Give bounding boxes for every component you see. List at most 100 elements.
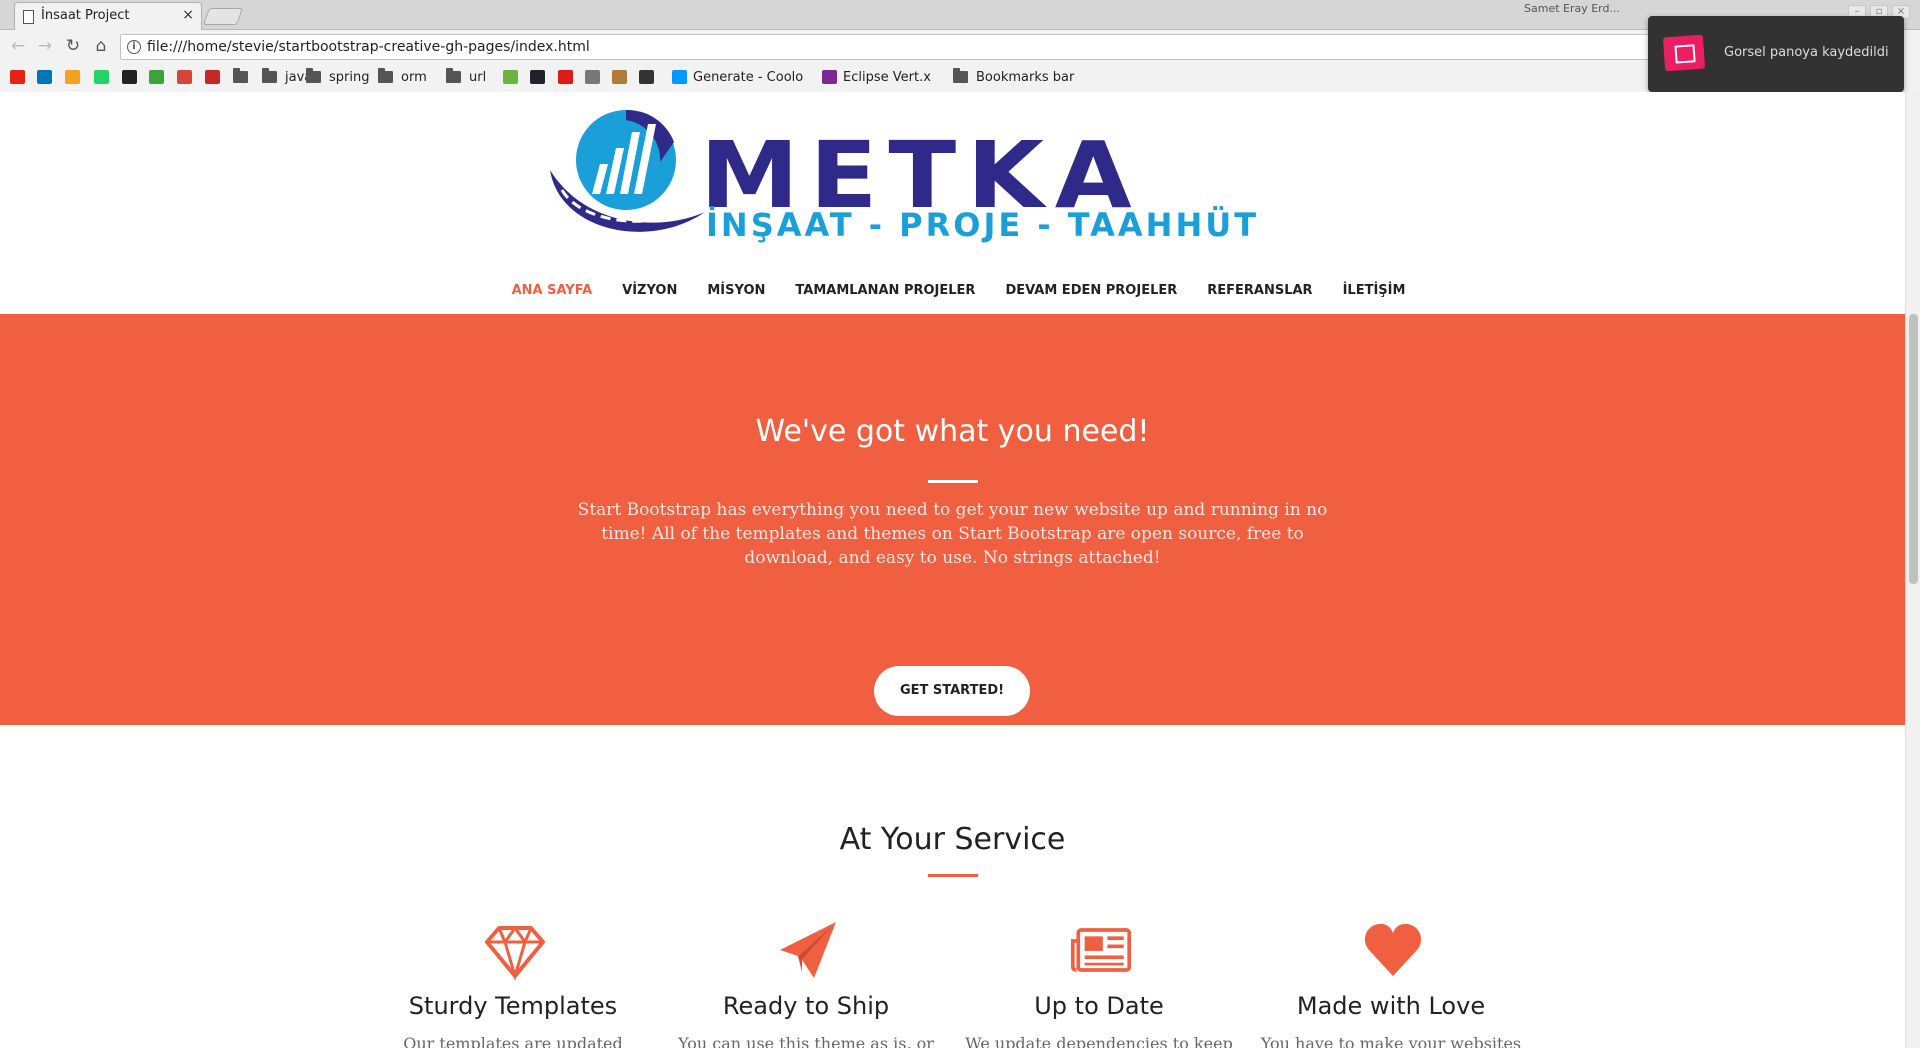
bookmarks-bar: java spring orm url Generate - Coolo Eclipse … xyxy=(0,65,1920,89)
metka-logo[interactable]: METKA İNŞAAT - PROJE - TAAHHÜT xyxy=(540,102,1256,248)
nav-item-devam-eden-projeler[interactable]: DEVAM EDEN PROJELER xyxy=(1005,268,1177,314)
bookmark-generate-coolo[interactable]: Generate - Coolo xyxy=(672,68,803,86)
bookmark-link[interactable] xyxy=(585,68,606,86)
bookmark-leaf[interactable] xyxy=(503,68,524,86)
whatsapp-icon xyxy=(94,70,109,84)
feature-title: Sturdy Templates xyxy=(408,992,618,1020)
bookmark-eclipse-vert-x[interactable]: Eclipse Vert.x xyxy=(822,68,931,86)
feature-description: You can use this theme as is, or xyxy=(678,1034,934,1048)
bookmark-avatar-bookmark[interactable] xyxy=(612,68,633,86)
get-started-button[interactable]: GET STARTED! xyxy=(874,666,1030,716)
feature-title: Ready to Ship xyxy=(722,992,890,1020)
bookmark-label: Bookmarks bar xyxy=(976,69,1075,85)
bookmark-bookmarks-bar[interactable]: Bookmarks bar xyxy=(953,68,1074,86)
hero-title: We've got what you need! xyxy=(755,414,1150,449)
bookmark-gmail[interactable] xyxy=(177,68,198,86)
nav-item-vi-zyon[interactable]: VİZYON xyxy=(622,268,677,314)
nav-item-i-leti-i-m[interactable]: İLETİŞİM xyxy=(1343,268,1406,314)
linkedin-icon xyxy=(37,70,52,84)
info-icon[interactable]: i xyxy=(127,40,141,54)
red-cube-icon xyxy=(205,70,220,84)
folder-icon xyxy=(262,68,277,83)
hero-section: We've got what you need! Start Bootstrap… xyxy=(0,314,1905,725)
bookmark-java[interactable]: java xyxy=(262,68,312,86)
puppet-icon xyxy=(639,70,654,84)
address-bar[interactable]: i file:///home/stevie/startbootstrap-cre… xyxy=(120,34,1670,60)
bookmark-angular[interactable] xyxy=(558,68,579,86)
folder-icon xyxy=(306,68,321,83)
bookmark-label: url xyxy=(469,69,487,85)
bookmark-url[interactable]: url xyxy=(446,68,486,86)
folder-icon xyxy=(378,68,393,83)
scrollbar-thumb[interactable] xyxy=(1909,314,1918,584)
tab-title: İnsaat Project xyxy=(41,8,130,23)
vertx-icon xyxy=(822,70,837,84)
nav-item-referanslar[interactable]: REFERANSLAR xyxy=(1207,268,1312,314)
forward-arrow-icon[interactable]: → xyxy=(35,36,55,56)
bookmark-label: Generate - Coolo xyxy=(693,69,804,85)
browser-tab[interactable]: İnsaat Project × xyxy=(14,2,202,30)
nav-item-mi-syon[interactable]: MİSYON xyxy=(707,268,765,314)
coolors-icon xyxy=(672,70,687,84)
bookmark-puppet[interactable] xyxy=(639,68,660,86)
hero-divider xyxy=(928,480,978,483)
bookmark-red-cube[interactable] xyxy=(205,68,226,86)
feature-description: We update dependencies to keep xyxy=(965,1034,1233,1048)
nav-item-tamamlanan-projeler[interactable]: TAMAMLANAN PROJELER xyxy=(795,268,975,314)
paper-plane-icon xyxy=(780,922,836,978)
feature-title: Up to Date xyxy=(1034,992,1164,1020)
avatar-bookmark-icon xyxy=(612,70,627,84)
green-bookmark-icon xyxy=(149,70,164,84)
link-icon xyxy=(585,70,600,84)
nav-links: ANA SAYFA VİZYON MİSYON TAMAMLANAN PROJELER… xyxy=(512,268,1406,314)
bookmark-whatsapp[interactable] xyxy=(94,68,115,86)
feature-description: Our templates are updated xyxy=(403,1034,623,1048)
newspaper-icon xyxy=(1071,928,1131,972)
reload-icon[interactable]: ↻ xyxy=(63,36,83,56)
folder-icon xyxy=(233,68,248,83)
page-scrollbar[interactable] xyxy=(1905,92,1920,1048)
feature-made-with-love: Made with Love You have to make your web… xyxy=(1245,920,1537,1048)
bookmark-github[interactable] xyxy=(122,68,143,86)
bookmark-folder[interactable] xyxy=(233,68,256,86)
bookmark-orm[interactable]: orm xyxy=(378,68,427,86)
bookmark-react[interactable] xyxy=(530,68,551,86)
services-divider xyxy=(928,874,978,877)
feature-up-to-date: Up to Date We update dependencies to kee… xyxy=(953,920,1245,1048)
logo-tagline: İNŞAAT - PROJE - TAAHHÜT xyxy=(706,206,1260,244)
hero-text: Start Bootstrap has everything you need … xyxy=(577,500,1328,568)
gmail-icon xyxy=(177,70,192,84)
close-tab-icon[interactable]: × xyxy=(182,7,194,23)
angular-icon xyxy=(558,70,573,84)
logo-emblem-icon xyxy=(550,109,705,232)
bookmark-linkedin[interactable] xyxy=(37,68,58,86)
arrow-bookmark-icon xyxy=(65,70,80,84)
tab-strip: İnsaat Project × Samet Eray Erd... – ▫ × xyxy=(0,0,1920,30)
bookmark-youtube[interactable] xyxy=(10,68,31,86)
screenshot-toast: Gorsel panoya kaydedildi xyxy=(1648,16,1904,92)
bookmark-arrow-bookmark[interactable] xyxy=(65,68,86,86)
new-tab-button[interactable] xyxy=(202,8,244,25)
toast-message: Gorsel panoya kaydedildi xyxy=(1724,45,1889,60)
bookmark-spring[interactable]: spring xyxy=(306,68,369,86)
bookmark-label: spring xyxy=(329,69,370,85)
youtube-icon xyxy=(10,70,25,84)
page-icon xyxy=(23,10,34,24)
folder-icon xyxy=(446,68,461,83)
react-icon xyxy=(530,70,545,84)
home-icon[interactable]: ⌂ xyxy=(91,36,111,56)
main-navigation: ANA SAYFA VİZYON MİSYON TAMAMLANAN PROJELER… xyxy=(0,268,1905,314)
web-page: METKA İNŞAAT - PROJE - TAAHHÜT ANA SAYFA… xyxy=(0,92,1905,1048)
bookmark-label: orm xyxy=(401,69,427,85)
profile-name[interactable]: Samet Eray Erd... xyxy=(1524,2,1620,15)
diamond-icon xyxy=(485,925,545,980)
back-arrow-icon[interactable]: ← xyxy=(8,36,28,56)
url-text[interactable]: file:///home/stevie/startbootstrap-creat… xyxy=(147,39,590,55)
bookmark-label: Eclipse Vert.x xyxy=(843,69,931,85)
nav-item-ana-sayfa[interactable]: ANA SAYFA xyxy=(512,268,593,314)
services-title: At Your Service xyxy=(839,822,1066,857)
heart-icon xyxy=(1364,923,1422,976)
browser-chrome: İnsaat Project × Samet Eray Erd... – ▫ ×… xyxy=(0,0,1920,92)
feature-ready-to-ship: Ready to Ship You can use this theme as … xyxy=(660,920,952,1048)
bookmark-green-bookmark[interactable] xyxy=(149,68,170,86)
